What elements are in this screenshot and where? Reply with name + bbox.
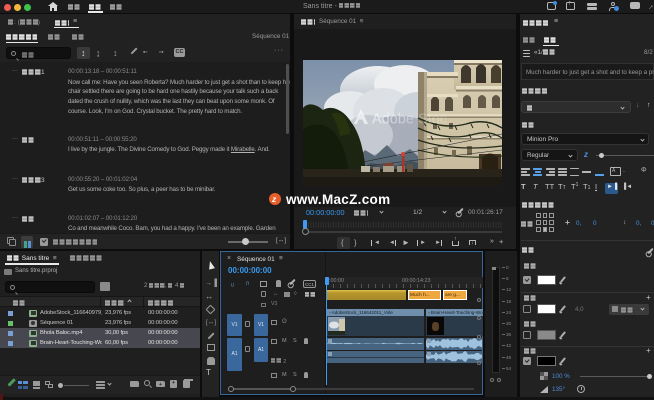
- svg-text:Adobe Stoc: Adobe Stoc: [372, 112, 447, 128]
